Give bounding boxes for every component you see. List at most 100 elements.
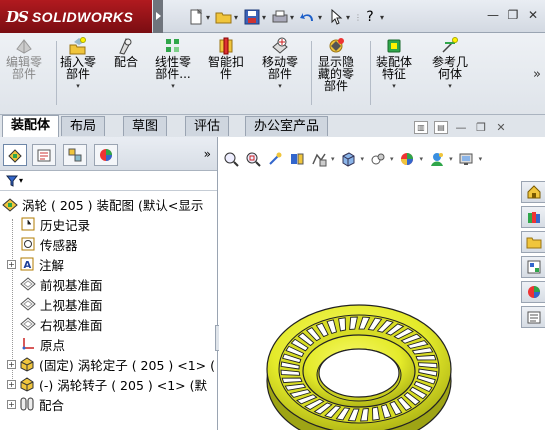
display-manager-icon[interactable] bbox=[94, 144, 118, 166]
turbine-model[interactable] bbox=[259, 295, 459, 430]
home-icon[interactable] bbox=[521, 181, 545, 203]
tree-item-sensors[interactable]: 传感器 bbox=[0, 234, 217, 254]
assembly-feature-button[interactable]: 装配体 特征 ▾ bbox=[376, 37, 412, 90]
help-dropdown-icon[interactable]: ▾ bbox=[380, 13, 388, 22]
graphics-area[interactable]: ▾ ▾ ▾ ▾ ▾ ▾ bbox=[219, 137, 545, 430]
select-dropdown-icon[interactable]: ▾ bbox=[346, 13, 354, 22]
annotation-icon: A bbox=[19, 256, 35, 272]
zoom-to-fit-icon[interactable] bbox=[221, 150, 240, 169]
tree-item-mates[interactable]: + 配合 bbox=[0, 394, 217, 414]
linear-pattern-dropdown-icon[interactable]: ▾ bbox=[171, 82, 175, 90]
appearances-icon[interactable] bbox=[521, 281, 545, 303]
viewport-restore-icon[interactable]: ❐ bbox=[474, 121, 488, 134]
insert-component-dropdown-icon[interactable]: ▾ bbox=[76, 82, 80, 90]
solidworks-logo[interactable]: DS SOLIDWORKS bbox=[0, 0, 152, 33]
move-component-dropdown-icon[interactable]: ▾ bbox=[278, 82, 282, 90]
expand-icon[interactable]: + bbox=[7, 259, 16, 269]
tree-item-history[interactable]: 历史记录 bbox=[0, 214, 217, 234]
expand-icon[interactable]: + bbox=[7, 379, 16, 389]
smart-fastener-button[interactable]: 智能扣 件 bbox=[208, 37, 244, 80]
tree-item-origin[interactable]: 原点 bbox=[0, 334, 217, 354]
title-bar: DS SOLIDWORKS ▾ ▾ ▾ ▾ ▾ ▾ ⋮ ? ▾ — ❐ ✕ bbox=[0, 0, 545, 33]
tab-sketch[interactable]: 草图 bbox=[123, 116, 168, 136]
apply-scene-dropdown-icon[interactable]: ▾ bbox=[449, 155, 453, 163]
show-hidden-components-button[interactable]: 显示隐 藏的零 部件 bbox=[318, 37, 354, 92]
file-explorer-icon[interactable] bbox=[521, 231, 545, 253]
zoom-area-icon[interactable] bbox=[243, 150, 262, 169]
tab-evaluate[interactable]: 评估 bbox=[185, 116, 230, 136]
tab-office-products[interactable]: 办公室产品 bbox=[245, 116, 329, 136]
reference-geometry-button[interactable]: 参考几 何体 ▾ bbox=[432, 37, 468, 90]
restore-icon[interactable]: ❐ bbox=[505, 7, 521, 23]
insert-component-button[interactable]: 插入零 部件 ▾ bbox=[60, 37, 96, 90]
ribbon-more-icon[interactable]: » bbox=[533, 67, 541, 82]
tree-item-right-plane[interactable]: 右视基准面 bbox=[0, 314, 217, 334]
view-orientation-icon[interactable] bbox=[339, 150, 358, 169]
expand-icon[interactable]: + bbox=[7, 399, 16, 409]
tree-item-turbine-stator[interactable]: + (固定) 涡轮定子 ( 205 ) <1> ( bbox=[0, 354, 217, 374]
save-icon[interactable] bbox=[242, 7, 262, 27]
edit-appearance-dropdown-icon[interactable]: ▾ bbox=[420, 155, 424, 163]
display-style-icon[interactable] bbox=[368, 150, 387, 169]
part-icon bbox=[19, 356, 35, 372]
mate-button[interactable]: 配合 bbox=[114, 37, 138, 68]
tree-item-label: 前视基准面 bbox=[40, 277, 103, 293]
view-settings-icon[interactable] bbox=[457, 150, 476, 169]
assembly-feature-icon bbox=[387, 39, 401, 53]
apply-scene-icon[interactable] bbox=[427, 150, 446, 169]
undo-dropdown-icon[interactable]: ▾ bbox=[318, 13, 326, 22]
tab-assembly[interactable]: 装配体 bbox=[2, 115, 60, 137]
tree-item-assembly-root[interactable]: 涡轮 ( 205 ) 装配图 (默认<显示 bbox=[0, 194, 217, 214]
undo-icon[interactable] bbox=[298, 7, 318, 27]
view-settings-dropdown-icon[interactable]: ▾ bbox=[479, 155, 483, 163]
design-library-icon[interactable] bbox=[521, 206, 545, 228]
dynamic-annotation-icon[interactable] bbox=[309, 150, 328, 169]
print-icon[interactable] bbox=[270, 7, 290, 27]
reference-geometry-dropdown-icon[interactable]: ▾ bbox=[448, 82, 452, 90]
configuration-manager-icon[interactable] bbox=[63, 144, 87, 166]
feature-manager-icon[interactable] bbox=[3, 144, 27, 166]
new-icon[interactable] bbox=[186, 7, 206, 27]
brand-name: SOLIDWORKS bbox=[31, 8, 134, 25]
edit-appearance-icon[interactable] bbox=[398, 150, 417, 169]
close-icon[interactable]: ✕ bbox=[525, 7, 541, 23]
tree-filter[interactable]: ▾ bbox=[0, 171, 217, 191]
save-dropdown-icon[interactable]: ▾ bbox=[262, 13, 270, 22]
view-orientation-dropdown-icon[interactable]: ▾ bbox=[361, 155, 365, 163]
help-icon[interactable]: ? bbox=[360, 7, 380, 27]
linear-pattern-button[interactable]: 线性零 部件... ▾ bbox=[155, 37, 191, 90]
section-view-icon[interactable] bbox=[287, 150, 306, 169]
move-component-button[interactable]: 移动零 部件 ▾ bbox=[262, 37, 298, 90]
expand-icon[interactable]: + bbox=[7, 359, 16, 369]
tree-item-annotations[interactable]: + A 注解 bbox=[0, 254, 217, 274]
minimize-icon[interactable]: — bbox=[485, 7, 501, 23]
filter-dropdown-icon[interactable]: ▾ bbox=[19, 176, 23, 185]
tree-item-front-plane[interactable]: 前视基准面 bbox=[0, 274, 217, 294]
open-dropdown-icon[interactable]: ▾ bbox=[234, 13, 242, 22]
plane-icon bbox=[20, 296, 36, 312]
new-dropdown-icon[interactable]: ▾ bbox=[206, 13, 214, 22]
display-style-dropdown-icon[interactable]: ▾ bbox=[390, 155, 394, 163]
open-icon[interactable] bbox=[214, 7, 234, 27]
tab-layout[interactable]: 布局 bbox=[61, 116, 106, 136]
viewport-minimize-icon[interactable]: — bbox=[454, 121, 468, 134]
tree-item-label: 历史记录 bbox=[40, 217, 91, 233]
tree-item-turbine-rotor[interactable]: + (-) 涡轮转子 ( 205 ) <1> (默 bbox=[0, 374, 217, 394]
assembly-feature-dropdown-icon[interactable]: ▾ bbox=[392, 82, 396, 90]
viewport-split-icon[interactable]: ▤ bbox=[434, 121, 448, 134]
dynamic-annotation-dropdown-icon[interactable]: ▾ bbox=[331, 155, 335, 163]
viewport-controls: ▥ ▤ — ❐ ✕ bbox=[414, 121, 508, 134]
tree-item-top-plane[interactable]: 上视基准面 bbox=[0, 294, 217, 314]
custom-properties-icon[interactable] bbox=[521, 306, 545, 328]
select-icon[interactable] bbox=[326, 7, 346, 27]
previous-view-icon[interactable] bbox=[265, 150, 284, 169]
viewport-close-icon[interactable]: ✕ bbox=[494, 121, 508, 134]
view-palette-icon[interactable] bbox=[521, 256, 545, 278]
edit-component-button[interactable]: 编辑零 部件 bbox=[6, 37, 42, 80]
property-manager-icon[interactable] bbox=[32, 144, 56, 166]
print-dropdown-icon[interactable]: ▾ bbox=[290, 13, 298, 22]
window-controls: — ❐ ✕ bbox=[485, 7, 541, 23]
panel-more-icon[interactable]: » bbox=[204, 147, 211, 161]
menu-expand-arrow-icon[interactable] bbox=[153, 0, 163, 33]
viewport-tile-icon[interactable]: ▥ bbox=[414, 121, 428, 134]
